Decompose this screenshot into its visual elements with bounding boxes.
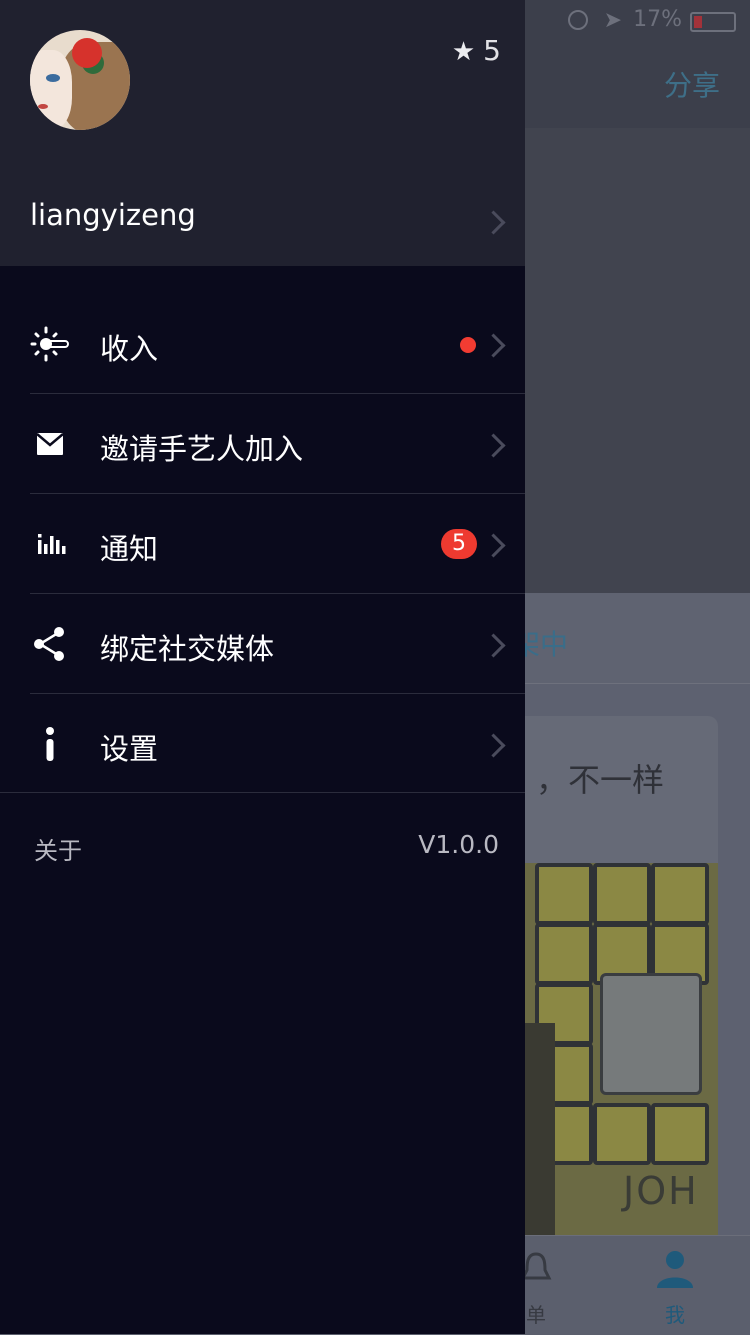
menu-item-settings[interactable]: 设置 bbox=[0, 694, 525, 794]
menu-label-invite: 邀请手艺人加入 bbox=[100, 432, 304, 466]
unread-dot bbox=[460, 337, 476, 353]
battery-percent: 17% bbox=[633, 7, 682, 32]
socket-illustration bbox=[600, 973, 702, 1095]
info-icon bbox=[46, 727, 54, 761]
menu-item-notifications[interactable]: 通知 5 bbox=[0, 494, 525, 594]
tab-me[interactable]: 我 bbox=[645, 1248, 705, 1328]
divider bbox=[0, 792, 525, 793]
drawer-menu: 收入 邀请手艺人加入 通知 5 绑定社交媒体 设置 bbox=[0, 294, 525, 794]
version-text: V1.0.0 bbox=[418, 830, 499, 859]
battery-icon bbox=[690, 12, 736, 32]
person-icon bbox=[657, 1251, 693, 1288]
product-photo: JOH bbox=[525, 863, 718, 1235]
avatar[interactable] bbox=[30, 30, 130, 130]
menu-label-notifications: 通知 bbox=[100, 532, 159, 566]
star-rating: ★ 5 bbox=[452, 34, 501, 67]
bar-chart-icon bbox=[38, 534, 66, 554]
menu-item-bind-social[interactable]: 绑定社交媒体 bbox=[0, 594, 525, 694]
tab-label-me: 我 bbox=[665, 1303, 685, 1327]
orientation-lock-icon bbox=[568, 10, 588, 30]
envelope-icon bbox=[36, 433, 64, 455]
menu-item-income[interactable]: 收入 bbox=[0, 294, 525, 394]
menu-label-bind-social: 绑定社交媒体 bbox=[100, 632, 275, 666]
star-icon: ★ bbox=[451, 37, 476, 67]
chevron-right-icon bbox=[481, 733, 506, 758]
chevron-right-icon bbox=[481, 210, 506, 235]
username: liangyizeng bbox=[30, 198, 196, 232]
photo-brand-text: JOH bbox=[623, 1169, 699, 1213]
profile-header[interactable]: ★ 5 liangyizeng bbox=[0, 0, 525, 266]
sun-toggle-icon bbox=[30, 326, 69, 362]
share-button[interactable]: 分享 bbox=[664, 64, 720, 104]
menu-label-income: 收入 bbox=[100, 332, 159, 366]
menu-item-invite-artisan[interactable]: 邀请手艺人加入 bbox=[0, 394, 525, 494]
chevron-right-icon bbox=[481, 533, 506, 558]
notification-badge: 5 bbox=[441, 529, 477, 559]
card-caption: ，不一样 bbox=[536, 761, 665, 799]
share-icon bbox=[34, 627, 64, 661]
menu-label-settings: 设置 bbox=[100, 732, 159, 766]
side-drawer: ★ 5 liangyizeng 收入 邀请手艺人加入 通知 5 绑定社交媒体 设… bbox=[0, 0, 525, 1334]
chevron-right-icon bbox=[481, 333, 506, 358]
about-link[interactable]: 关于 bbox=[34, 831, 82, 866]
location-icon: ➤ bbox=[603, 8, 622, 33]
chevron-right-icon bbox=[481, 633, 506, 658]
chevron-right-icon bbox=[481, 433, 506, 458]
star-count: 5 bbox=[483, 34, 501, 67]
